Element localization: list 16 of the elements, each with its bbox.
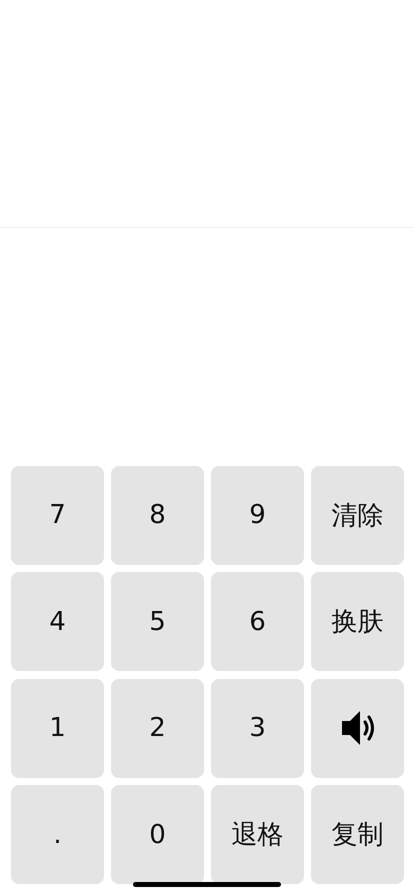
keypad-key[interactable]: 复制: [311, 785, 404, 884]
keypad-key[interactable]: .: [11, 785, 104, 884]
keypad-key[interactable]: 9: [211, 466, 304, 564]
keypad-key[interactable]: 7: [11, 466, 104, 564]
keypad-key[interactable]: 2: [111, 678, 204, 778]
keypad-key[interactable]: 5: [111, 572, 204, 671]
keypad-key[interactable]: 0: [111, 785, 204, 884]
sound-key[interactable]: [311, 678, 404, 778]
keypad-key[interactable]: 4: [11, 572, 104, 671]
keypad-key[interactable]: 3: [211, 678, 304, 778]
keypad-key[interactable]: 8: [111, 466, 204, 564]
keypad-key[interactable]: 换肤: [311, 572, 404, 671]
keypad-key[interactable]: 退格: [211, 785, 304, 884]
keypad-key[interactable]: 6: [211, 572, 304, 671]
keypad-key[interactable]: 清除: [311, 466, 404, 564]
keypad-key[interactable]: 1: [11, 678, 104, 778]
